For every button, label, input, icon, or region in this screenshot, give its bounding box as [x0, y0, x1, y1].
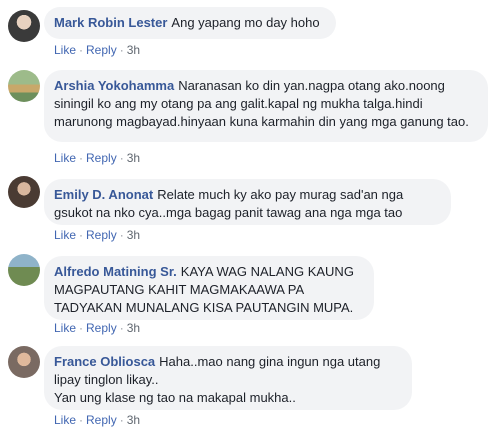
- separator-dot: ·: [79, 228, 84, 242]
- comment-bubble: Arshia Yokohamma Naranasan ko din yan.nag…: [44, 70, 488, 142]
- comment-text: Ang yapang mo day hoho: [171, 15, 320, 30]
- comment-actions: Like · Reply · 3h: [54, 43, 140, 57]
- timestamp[interactable]: 3h: [127, 151, 140, 165]
- like-button[interactable]: Like: [54, 228, 76, 242]
- timestamp[interactable]: 3h: [127, 413, 140, 427]
- comment-bubble: Alfredo Matining Sr. KAYA WAG NALANG KAUN…: [44, 256, 374, 320]
- like-button[interactable]: Like: [54, 321, 76, 335]
- timestamp[interactable]: 3h: [127, 228, 140, 242]
- reply-button[interactable]: Reply: [86, 413, 117, 427]
- comment-bubble: France Obliosca Haha..mao nang gina ingun…: [44, 346, 412, 410]
- reply-button[interactable]: Reply: [86, 151, 117, 165]
- comment-bubble: Emily D. Anonat Relate much ky ako pay mu…: [44, 179, 451, 225]
- reply-button[interactable]: Reply: [86, 321, 117, 335]
- avatar[interactable]: [8, 70, 40, 102]
- separator-dot: ·: [119, 321, 124, 335]
- comment-actions: Like · Reply · 3h: [54, 413, 140, 427]
- comment-author[interactable]: Alfredo Matining Sr.: [54, 264, 177, 279]
- separator-dot: ·: [119, 151, 124, 165]
- like-button[interactable]: Like: [54, 151, 76, 165]
- avatar[interactable]: [8, 176, 40, 208]
- reply-button[interactable]: Reply: [86, 43, 117, 57]
- like-button[interactable]: Like: [54, 43, 76, 57]
- separator-dot: ·: [79, 43, 84, 57]
- separator-dot: ·: [79, 413, 84, 427]
- comment-author[interactable]: Arshia Yokohamma: [54, 78, 174, 93]
- avatar[interactable]: [8, 254, 40, 286]
- separator-dot: ·: [79, 151, 84, 165]
- comment-actions: Like · Reply · 3h: [54, 151, 140, 165]
- comment-author[interactable]: Emily D. Anonat: [54, 187, 153, 202]
- comment-actions: Like · Reply · 3h: [54, 228, 140, 242]
- comment-bubble: Mark Robin Lester Ang yapang mo day hoho: [44, 7, 336, 39]
- reply-button[interactable]: Reply: [86, 228, 117, 242]
- separator-dot: ·: [79, 321, 84, 335]
- avatar[interactable]: [8, 10, 40, 42]
- avatar[interactable]: [8, 346, 40, 378]
- separator-dot: ·: [119, 228, 124, 242]
- comment-author[interactable]: Mark Robin Lester: [54, 15, 167, 30]
- timestamp[interactable]: 3h: [127, 321, 140, 335]
- separator-dot: ·: [119, 413, 124, 427]
- separator-dot: ·: [119, 43, 124, 57]
- comment-author[interactable]: France Obliosca: [54, 354, 155, 369]
- timestamp[interactable]: 3h: [127, 43, 140, 57]
- comment-actions: Like · Reply · 3h: [54, 321, 140, 335]
- like-button[interactable]: Like: [54, 413, 76, 427]
